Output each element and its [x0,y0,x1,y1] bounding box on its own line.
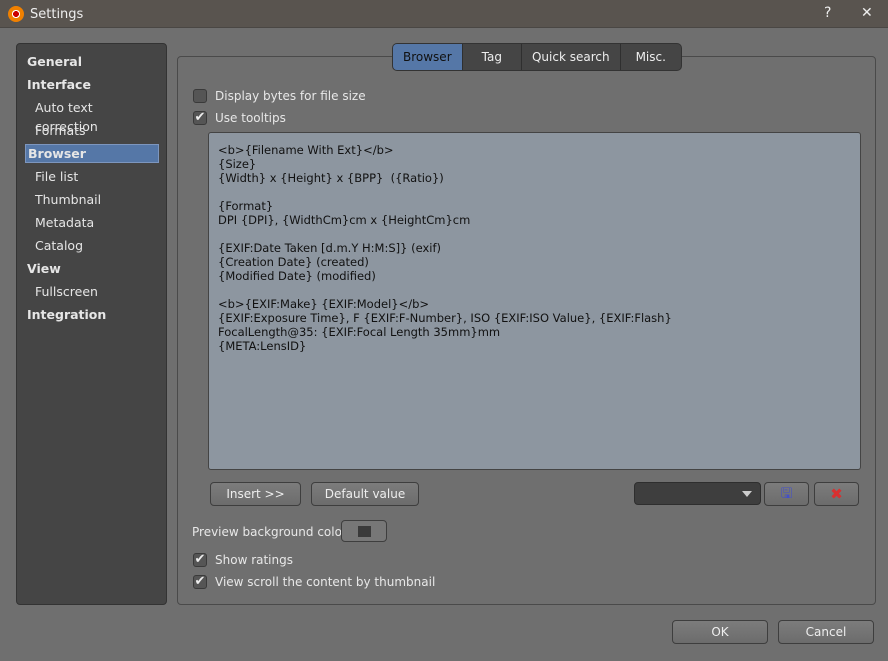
sidebar-item-catalog[interactable]: Catalog [25,236,159,255]
app-logo-icon [8,6,24,22]
display-bytes-checkbox[interactable]: Display bytes for file size [193,89,366,103]
color-swatch [358,526,371,537]
sidebar-item-fullscreen[interactable]: Fullscreen [25,282,159,301]
sidebar-item-thumbnail[interactable]: Thumbnail [25,190,159,209]
cancel-button[interactable]: Cancel [778,620,874,644]
sidebar-item-interface[interactable]: Interface [25,75,159,94]
tab-misc[interactable]: Misc. [621,44,681,70]
checkmark-icon: ✔ [193,110,207,125]
sidebar-item-auto-text-correction[interactable]: Auto text correction [25,98,159,134]
checkmark-icon: ✔ [193,574,207,589]
red-x-icon: ✖ [830,485,843,503]
checkmark-icon: ✔ [193,552,207,567]
save-preset-button[interactable]: 🖫 [764,482,809,506]
tab-bar: Browser Tag Quick search Misc. [392,43,682,71]
template-preset-dropdown[interactable] [634,482,761,505]
tab-quick-search[interactable]: Quick search [522,44,621,70]
checkbox-box [193,89,207,103]
sidebar-item-view[interactable]: View [25,259,159,278]
delete-preset-button[interactable]: ✖ [814,482,859,506]
sidebar-item-file-list[interactable]: File list [25,167,159,186]
checkbox-label: View scroll the content by thumbnail [215,575,436,589]
show-ratings-checkbox[interactable]: ✔ Show ratings [193,553,293,567]
checkbox-label: Use tooltips [215,111,286,125]
title-bar: Settings ? ✕ [0,0,888,28]
checkbox-label: Display bytes for file size [215,89,366,103]
floppy-disk-icon: 🖫 [780,486,793,502]
sidebar-item-browser[interactable]: Browser [25,144,159,163]
window-title: Settings [30,7,84,22]
sidebar-item-integration[interactable]: Integration [25,305,159,324]
chevron-down-icon [742,491,752,497]
tab-tag[interactable]: Tag [463,44,522,70]
preview-bg-color-button[interactable] [341,520,387,542]
ok-button[interactable]: OK [672,620,768,644]
close-button[interactable]: ✕ [861,5,873,21]
insert-button[interactable]: Insert >> [210,482,301,506]
checkbox-label: Show ratings [215,553,293,567]
sidebar-item-metadata[interactable]: Metadata [25,213,159,232]
preview-bg-label: Preview background color [192,525,347,539]
help-button[interactable]: ? [824,5,831,21]
tab-browser[interactable]: Browser [393,44,463,70]
default-value-button[interactable]: Default value [311,482,419,506]
use-tooltips-checkbox[interactable]: ✔ Use tooltips [193,111,286,125]
sidebar-item-formats[interactable]: Formats [25,121,159,140]
tooltip-template-editor[interactable]: <b>{Filename With Ext}</b> {Size} {Width… [208,132,861,470]
view-scroll-checkbox[interactable]: ✔ View scroll the content by thumbnail [193,575,435,589]
sidebar-item-general[interactable]: General [25,52,159,71]
settings-sidebar: General Interface Auto text correction Form… [16,43,167,605]
